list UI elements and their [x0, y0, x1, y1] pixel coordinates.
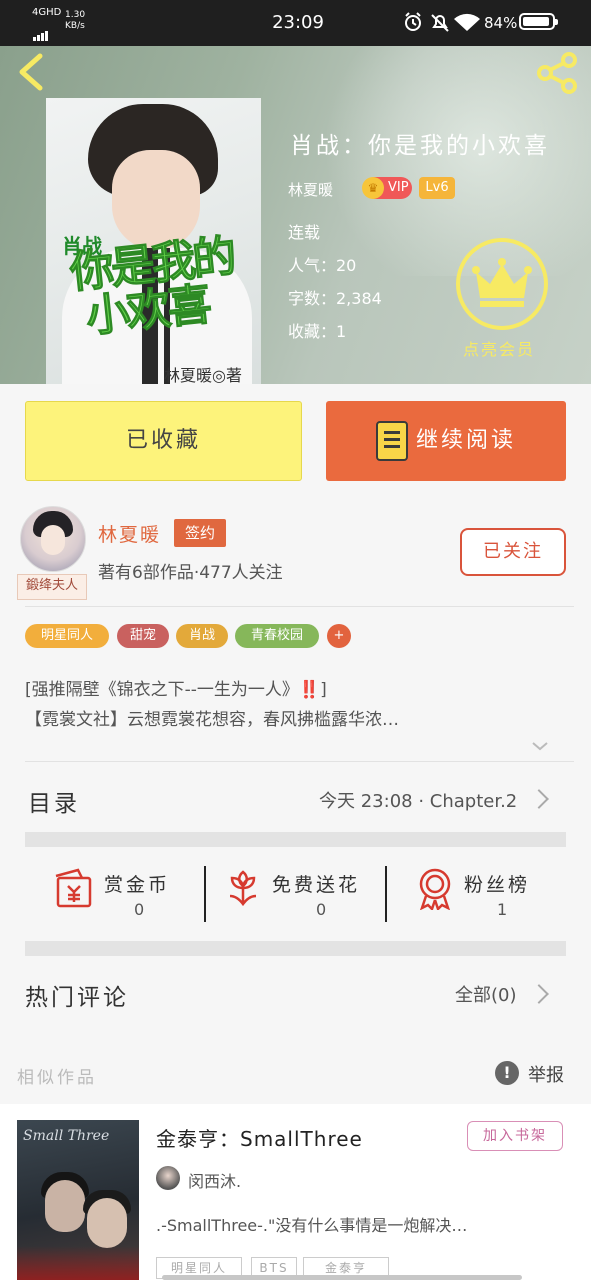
battery-percent: 84% — [484, 14, 518, 32]
crown-icon — [472, 258, 532, 307]
author-avatar[interactable] — [20, 506, 86, 572]
medal-icon[interactable] — [414, 866, 456, 912]
status-bar: 4GHD 1.30 KB/s 23:09 84% — [0, 0, 591, 46]
avatar-badge: 鍛绛夫人 — [17, 574, 87, 600]
tag-2[interactable]: 肖战 — [176, 624, 228, 648]
book-cover[interactable]: 肖战 你是我的 小欢喜 林夏暖◎著 — [46, 98, 261, 384]
divider — [385, 866, 387, 922]
alarm-icon — [405, 12, 421, 31]
similar-book-author[interactable]: 闵西沐. — [188, 1168, 241, 1192]
add-to-shelf-button[interactable]: 加入书架 — [467, 1121, 563, 1151]
similar-book-desc: .-SmallThree-."没有什么事情是一炮解决… — [156, 1216, 468, 1235]
clock: 23:09 — [272, 12, 324, 33]
similar-works-label: 相似作品 — [17, 1068, 97, 1088]
chevron-right-icon — [529, 789, 549, 809]
report-button[interactable]: 举报 — [528, 1061, 564, 1087]
chevron-down-icon — [532, 742, 548, 751]
free-flower-label[interactable]: 免费送花 — [272, 870, 360, 897]
section-band — [25, 941, 566, 956]
gift-coin-count: 0 — [134, 900, 145, 919]
book-popularity: 人气：20 — [288, 256, 357, 275]
description-line-2: 【霓裳文社】云想霓裳花想容，春风拂槛露华浓… — [25, 710, 399, 730]
wifi-icon — [454, 13, 480, 31]
hot-comments-label: 热门评论 — [25, 985, 129, 1011]
fan-rank-count: 1 — [497, 900, 508, 919]
network-speed: 1.30 KB/s — [65, 10, 86, 31]
divider — [25, 606, 574, 607]
chevron-left-icon — [19, 53, 43, 91]
member-button[interactable] — [456, 238, 548, 330]
similar-author-avatar — [156, 1166, 180, 1190]
all-comments-link[interactable]: 全部(0) — [455, 981, 517, 1007]
fan-rank-label[interactable]: 粉丝榜 — [464, 870, 530, 897]
signal-icon — [33, 22, 49, 41]
battery-icon — [519, 13, 558, 30]
share-icon — [537, 52, 577, 94]
money-envelope-icon[interactable] — [52, 866, 94, 910]
divider — [25, 761, 574, 762]
book-collections: 收藏：1 — [288, 322, 347, 341]
share-button[interactable] — [535, 50, 581, 96]
tag-0[interactable]: 明星同人 — [25, 624, 109, 648]
tag-3[interactable]: 青春校园 — [235, 624, 319, 648]
status-icons — [404, 12, 482, 39]
chevron-right-icon — [529, 984, 549, 1004]
similar-book-title[interactable]: 金泰亨：SmallThree — [156, 1123, 363, 1152]
tag-1[interactable]: 甜宠 — [117, 624, 169, 648]
book-icon — [376, 421, 408, 461]
network-type: 4GHD — [32, 7, 62, 18]
gift-coin-label[interactable]: 赏金币 — [104, 870, 170, 897]
cover-author: 林夏暖◎著 — [164, 366, 242, 384]
divider — [204, 866, 206, 922]
follow-button[interactable]: 已关注 — [460, 528, 566, 576]
toc-label[interactable]: 目录 — [28, 784, 80, 818]
author-stats: 著有6部作品·477人关注 — [98, 563, 283, 583]
description-line-1: [强推隔壁《锦衣之下--一生为一人》‼️] — [25, 680, 327, 700]
crown-icon: ♛ — [362, 177, 384, 199]
favorited-button[interactable]: 已收藏 — [25, 401, 302, 481]
member-label[interactable]: 点亮会员 — [463, 336, 535, 360]
section-band — [25, 832, 566, 847]
double-exclamation-icon: ‼️ — [298, 680, 321, 700]
book-title: 肖战：你是我的小欢喜 — [290, 133, 550, 159]
author-name[interactable]: 林夏暖 — [98, 520, 161, 547]
exclamation-icon[interactable]: ! — [495, 1061, 519, 1085]
back-button[interactable] — [14, 52, 48, 92]
tag-more-button[interactable]: + — [327, 624, 351, 648]
mute-icon — [431, 14, 449, 32]
expand-description-button[interactable] — [532, 738, 548, 754]
book-status: 连载 — [288, 223, 321, 242]
toc-latest-chapter[interactable]: 今天 23:08 · Chapter.2 — [319, 787, 517, 813]
book-word-count: 字数：2,384 — [288, 289, 382, 308]
similar-cover-title: Small Three — [23, 1128, 110, 1144]
flower-icon[interactable] — [222, 866, 264, 910]
level-badge: Lv6 — [419, 177, 455, 199]
similar-book-cover[interactable]: Small Three — [17, 1120, 139, 1280]
continue-reading-button[interactable]: 继续阅读 — [326, 401, 566, 481]
free-flower-count: 0 — [316, 900, 327, 919]
home-indicator[interactable] — [162, 1275, 522, 1280]
vip-badge: ♛ VIP — [362, 177, 412, 199]
cover-title-line3: 小欢喜 — [83, 279, 212, 344]
book-author[interactable]: 林夏暖 — [288, 179, 333, 200]
signed-badge: 签约 — [174, 519, 226, 547]
